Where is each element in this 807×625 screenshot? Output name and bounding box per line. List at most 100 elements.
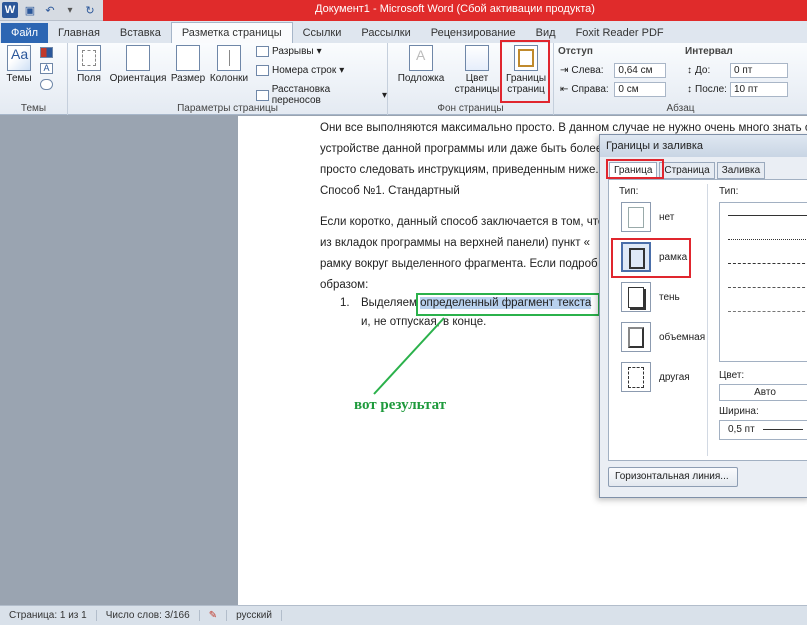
orientation-label: Ориентация — [109, 73, 167, 84]
themes-button[interactable]: Aa Темы — [4, 45, 34, 84]
border-shadow-option[interactable] — [621, 282, 651, 312]
status-words[interactable]: Число слов: 3/166 — [97, 610, 200, 621]
border-custom-icon — [628, 367, 644, 388]
word-app-icon[interactable]: W — [2, 2, 18, 18]
tab-mailings[interactable]: Рассылки — [351, 23, 420, 43]
ribbon-tabs: Файл Главная Вставка Разметка страницы С… — [0, 21, 807, 43]
panel-divider — [707, 184, 708, 456]
size-button[interactable]: Размер — [170, 45, 206, 84]
spacing-before-input[interactable]: 0 пт — [730, 63, 788, 78]
ribbon: Aa Темы A Темы Поля Ориентация Размер Ко… — [0, 40, 807, 115]
redo-icon[interactable]: ↻ — [82, 2, 98, 18]
doc-line-3: просто следовать инструкциям, приведенны… — [320, 164, 599, 176]
spacing-before-label: До: — [695, 65, 711, 76]
border-3d-icon — [628, 327, 644, 348]
group-page-setup-label: Параметры страницы — [177, 103, 278, 114]
borders-tab-highlight — [606, 159, 664, 179]
theme-fonts-button[interactable]: A — [40, 63, 53, 74]
spacing-before-icon: ↕ — [687, 65, 692, 76]
columns-label: Колонки — [209, 73, 249, 84]
indent-left-input[interactable]: 0,64 см — [614, 63, 667, 78]
undo-dropdown-icon[interactable]: ▾ — [62, 2, 78, 18]
theme-effects-button[interactable] — [40, 79, 53, 90]
page-color-label-2: страницы — [454, 84, 500, 95]
border-none-icon — [628, 207, 644, 228]
indent-right-row: ⇤ Справа: 0 см — [560, 82, 667, 97]
tab-foxit[interactable]: Foxit Reader PDF — [566, 23, 674, 43]
page-color-label-1: Цвет — [465, 73, 489, 84]
line-style-dotted[interactable] — [728, 239, 807, 240]
status-page[interactable]: Страница: 1 из 1 — [0, 610, 97, 621]
breaks-button[interactable]: Разрывы ▾ — [256, 46, 322, 57]
status-bar: Страница: 1 из 1 Число слов: 3/166 ✎ рус… — [0, 605, 807, 625]
spacing-after-icon: ↕ — [687, 84, 692, 95]
doc-para-line-3: рамку вокруг выделенного фрагмента. Если… — [320, 258, 598, 270]
line-numbers-label: Номера строк — [272, 65, 337, 76]
spacing-after-label: После: — [695, 84, 727, 95]
undo-icon[interactable]: ↶ — [42, 2, 58, 18]
dialog-tab-page-border[interactable]: Страница — [659, 162, 715, 179]
line-style-dash-dot[interactable] — [728, 311, 807, 312]
group-paragraph-label: Абзац — [666, 103, 695, 114]
columns-button[interactable]: Колонки — [208, 45, 250, 84]
margins-button[interactable]: Поля — [74, 45, 104, 84]
indent-right-input[interactable]: 0 см — [614, 82, 667, 97]
window-title: Документ1 - Microsoft Word (Сбой активац… — [315, 3, 595, 15]
theme-fonts-icon: A — [40, 63, 53, 74]
border-3d-option[interactable] — [621, 322, 651, 352]
color-dropdown[interactable]: Авто — [719, 384, 807, 401]
dialog-tab-shading[interactable]: Заливка — [716, 162, 766, 179]
watermark-button[interactable]: A Подложка — [396, 45, 446, 84]
line-style-solid[interactable] — [728, 215, 807, 216]
doc-line-2: устройстве данной программы или даже быт… — [320, 143, 603, 155]
annotation-label: вот результат — [354, 397, 447, 413]
border-shadow-label: тень — [659, 292, 680, 303]
page-color-button[interactable]: Цвет страницы — [452, 45, 502, 95]
spacing-after-input[interactable]: 10 пт — [730, 82, 788, 97]
horizontal-line-button[interactable]: Горизонтальная линия... — [608, 467, 738, 487]
breaks-icon — [256, 46, 269, 57]
breaks-label: Разрывы — [272, 46, 314, 57]
line-style-list[interactable] — [719, 202, 807, 362]
group-themes-label: Темы — [20, 103, 47, 114]
line-style-dash-long[interactable] — [728, 287, 807, 288]
borders-panel: Тип: нет рамка тень объемная другая Тип:… — [608, 179, 807, 461]
spacing-before-row: ↕ До: 0 пт — [687, 63, 788, 78]
spacing-heading: Интервал — [685, 46, 733, 57]
size-label: Размер — [170, 73, 206, 84]
width-dropdown[interactable]: 0,5 пт — [719, 420, 807, 440]
margins-icon — [77, 45, 101, 71]
tab-home[interactable]: Главная — [48, 23, 110, 43]
border-none-label: нет — [659, 212, 675, 223]
indent-left-row: ⇥ Слева: 0,64 см — [560, 63, 667, 78]
line-style-dashed[interactable] — [728, 263, 807, 264]
list-item-prefix: Выделяем — [361, 297, 417, 309]
status-language[interactable]: русский — [227, 610, 282, 621]
page-color-icon — [465, 45, 489, 71]
indent-right-icon: ⇤ — [560, 84, 569, 95]
save-icon[interactable]: ▣ — [22, 2, 38, 18]
width-sample-line — [763, 428, 804, 430]
size-icon — [176, 45, 200, 71]
hyphenation-icon — [256, 89, 269, 101]
tab-file[interactable]: Файл — [1, 23, 49, 43]
orientation-button[interactable]: Ориентация — [108, 45, 168, 84]
box-option-highlight — [611, 238, 691, 278]
tab-page-layout[interactable]: Разметка страницы — [170, 22, 293, 43]
spellcheck-icon[interactable]: ✎ — [200, 610, 228, 621]
border-shadow-icon — [628, 287, 644, 308]
tab-insert[interactable]: Вставка — [110, 23, 171, 43]
line-style-label: Тип: — [719, 186, 739, 197]
group-page-background: A Подложка Цвет страницы Границы страниц… — [388, 40, 554, 115]
borders-shading-dialog: Границы и заливка Граница Страница Залив… — [599, 134, 807, 498]
themes-icon: Aa — [7, 45, 31, 71]
line-numbers-button[interactable]: Номера строк ▾ — [256, 65, 344, 76]
columns-icon — [217, 45, 241, 71]
border-custom-option[interactable] — [621, 362, 651, 392]
border-none-option[interactable] — [621, 202, 651, 232]
indent-heading: Отступ — [558, 46, 593, 57]
group-page-background-label: Фон страницы — [437, 103, 504, 114]
result-border-highlight — [416, 293, 600, 316]
theme-colors-button[interactable] — [40, 47, 53, 58]
tab-references[interactable]: Ссылки — [293, 23, 352, 43]
